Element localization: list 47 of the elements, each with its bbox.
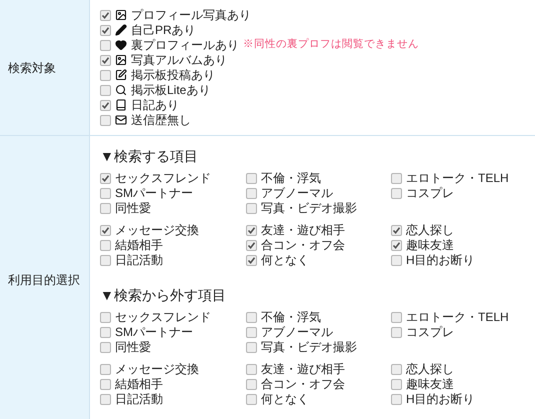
option-label: 自己PRあり — [131, 22, 196, 38]
option-label: プロフィール写真あり — [131, 7, 251, 24]
option-label: 写真・ビデオ撮影 — [261, 339, 357, 356]
section-heading: ▼検索する項目 — [100, 147, 199, 166]
option-label: 友達・遊び相手 — [261, 361, 345, 378]
option-label: 恋人探し — [406, 361, 454, 378]
option-label: 不倫・浮気 — [261, 309, 321, 326]
option-label: 不倫・浮気 — [261, 170, 321, 187]
option-label: 写真・ビデオ撮影 — [261, 200, 357, 217]
option-label: コスプレ — [406, 185, 454, 202]
option-label: 何となく — [261, 391, 309, 408]
option-label: 写真アルバムあり — [131, 52, 227, 69]
option-label: 何となく — [261, 252, 309, 269]
option-label: 結婚相手 — [115, 237, 163, 254]
option-label: 結婚相手 — [115, 376, 163, 393]
option-label: エロトーク・TELH — [406, 309, 509, 326]
option-label: エロトーク・TELH — [406, 170, 509, 186]
option-label: 合コン・オフ会 — [261, 237, 345, 254]
option-label: メッセージ交換 — [115, 222, 199, 239]
option-label: 日記あり — [131, 97, 179, 114]
option-label: SMパートナー — [115, 324, 193, 341]
option-label: セックスフレンド — [115, 170, 211, 187]
option-label: 日記活動 — [115, 252, 163, 269]
option-label: 送信歴無し — [131, 112, 191, 129]
option-label: 趣味友達 — [406, 237, 454, 254]
option-label: コスプレ — [406, 324, 454, 341]
option-label: 掲示板Liteあり — [131, 82, 210, 99]
note-text: ※同性の裏プロフは閲覧できません — [243, 37, 419, 52]
option-label: H目的お断り — [406, 252, 475, 269]
section-heading: ▼検索から外す項目 — [100, 286, 227, 305]
option-label: 日記活動 — [115, 391, 163, 408]
option-label: アブノーマル — [261, 324, 333, 341]
row-label: 検索対象 — [8, 60, 56, 76]
option-label: 友達・遊び相手 — [261, 222, 345, 239]
row-label: 利用目的選択 — [8, 272, 80, 289]
option-label: 同性愛 — [115, 200, 151, 217]
option-label: セックスフレンド — [115, 309, 211, 326]
option-label: 趣味友達 — [406, 376, 454, 393]
option-label: 恋人探し — [406, 222, 454, 239]
option-label: メッセージ交換 — [115, 361, 199, 378]
option-label: アブノーマル — [261, 185, 333, 202]
option-label: SMパートナー — [115, 185, 193, 202]
option-label: 同性愛 — [115, 339, 151, 356]
option-label: H目的お断り — [406, 391, 475, 408]
option-label: 合コン・オフ会 — [261, 376, 345, 393]
option-label: 掲示板投稿あり — [131, 67, 215, 84]
option-label: 裏プロフィールあり — [131, 37, 239, 54]
